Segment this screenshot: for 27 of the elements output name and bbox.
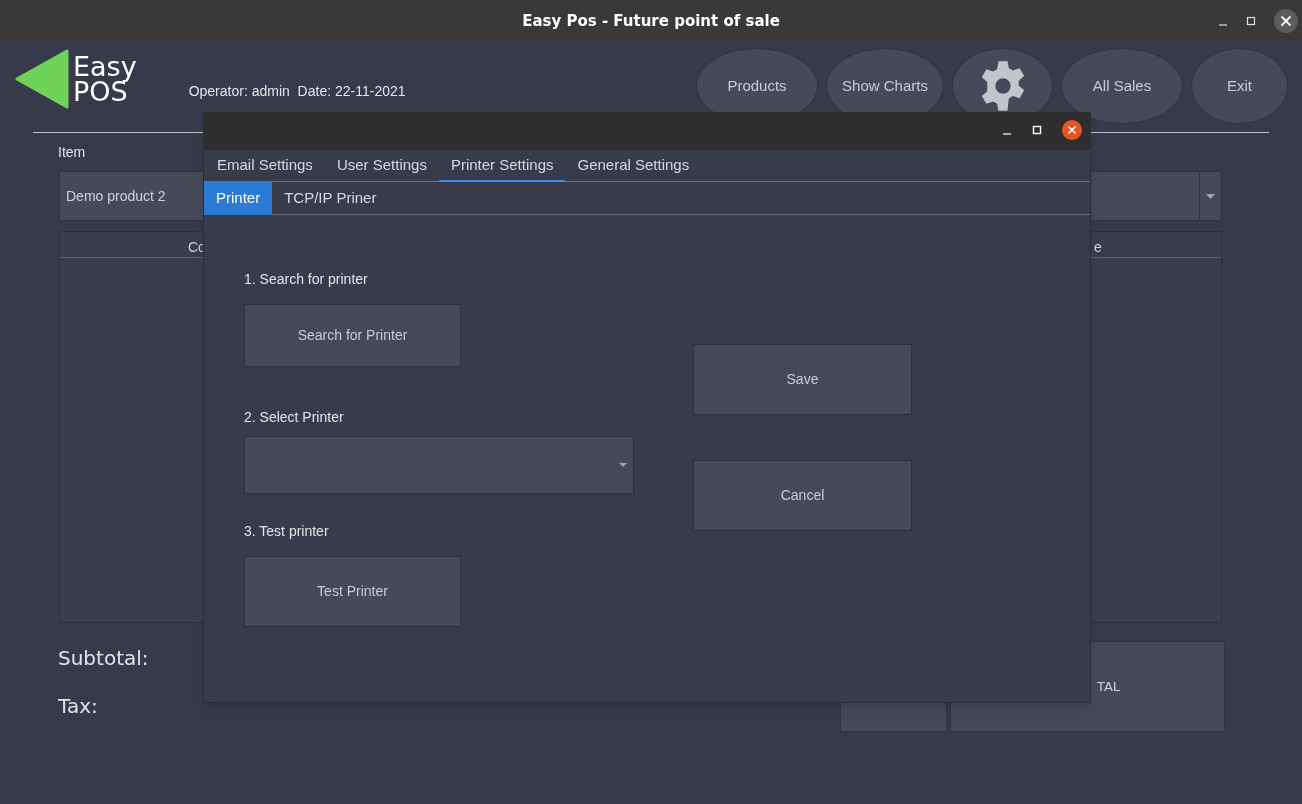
logo-icon bbox=[15, 49, 69, 109]
step-button[interactable]: Test Printer bbox=[244, 556, 461, 627]
settings-tab[interactable]: General Settings bbox=[565, 150, 702, 182]
item-label: Item bbox=[58, 143, 87, 162]
total-label: Subtotal: bbox=[58, 645, 149, 672]
nav-button[interactable]: Exit bbox=[1191, 48, 1288, 124]
window-title: Easy Pos - Future point of sale bbox=[522, 10, 780, 32]
operator-info: Operator: admin Date: 22-11-2021 bbox=[188, 82, 406, 101]
maximize-icon[interactable] bbox=[1246, 16, 1256, 26]
settings-tab[interactable]: User Settings bbox=[324, 150, 439, 182]
step-label: 1. Search for printer bbox=[244, 270, 369, 289]
close-icon[interactable] bbox=[1062, 120, 1082, 140]
printer-subtab[interactable]: Printer bbox=[204, 182, 273, 215]
dropdown-arrow-icon bbox=[619, 463, 627, 467]
dropdown-arrow-icon bbox=[1206, 193, 1215, 199]
total-label: Tax: bbox=[58, 693, 99, 720]
dialog-button[interactable]: Cancel bbox=[693, 460, 912, 531]
column-header: e bbox=[1094, 238, 1102, 257]
settings-tab[interactable]: Email Settings bbox=[205, 150, 325, 182]
nav-button[interactable]: All Sales bbox=[1061, 48, 1183, 124]
settings-tab[interactable]: Printer Settings bbox=[438, 150, 566, 182]
step-label: 2. Select Printer bbox=[244, 408, 345, 427]
step-button[interactable]: Search for Printer bbox=[244, 304, 461, 367]
printer-subtab[interactable]: TCP/IP Priner bbox=[272, 182, 389, 215]
dialog-button[interactable]: Save bbox=[693, 344, 912, 415]
step-label: 3. Test printer bbox=[244, 522, 330, 541]
close-icon[interactable] bbox=[1274, 9, 1298, 33]
